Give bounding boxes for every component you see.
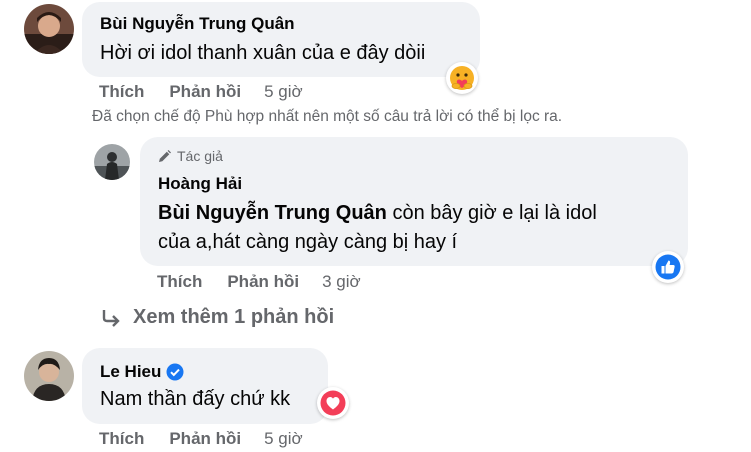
view-more-label: Xem thêm 1 phản hồi — [133, 306, 335, 328]
comment-timestamp[interactable]: 5 giờ — [264, 82, 303, 102]
reply-timestamp[interactable]: 3 giờ — [322, 272, 361, 292]
filter-notice: Đã chọn chế độ Phù hợp nhất nên một số c… — [92, 108, 563, 125]
reply-text: Bùi Nguyễn Trung Quân còn bây giờ e lại … — [158, 199, 597, 257]
love-reaction-icon[interactable] — [317, 387, 349, 419]
reply-actions: Thích Phản hồi 3 giờ — [157, 272, 361, 292]
reply-button[interactable]: Phản hồi — [227, 272, 299, 292]
like-button[interactable]: Thích — [99, 82, 144, 102]
avatar-bui-nguyen-trung-quan[interactable] — [24, 4, 74, 54]
comment-text: Nam thần đấy chứ kk — [100, 388, 291, 410]
mention-link[interactable]: Bùi Nguyễn Trung Quân — [158, 202, 387, 224]
reply-button[interactable]: Phản hồi — [169, 429, 241, 449]
avatar-hoang-hai[interactable] — [94, 144, 130, 180]
like-button[interactable]: Thích — [157, 272, 202, 292]
reply-bubble: Tác giả Hoàng Hải Bùi Nguyễn Trung Quân … — [140, 137, 688, 266]
comment-bubble: Bùi Nguyễn Trung Quân Hời ơi idol thanh … — [82, 2, 480, 77]
pencil-icon — [158, 149, 171, 163]
reply-button[interactable]: Phản hồi — [169, 82, 241, 102]
author-badge-label: Tác giả — [177, 148, 223, 164]
avatar-le-hieu[interactable] — [24, 351, 74, 401]
reply-arrow-icon — [101, 309, 121, 327]
comment-bubble: Le Hieu Nam thần đấy chứ kk — [82, 348, 328, 424]
reply-text-line2: của a,hát càng ngày càng bị hay í — [158, 231, 458, 253]
comment-actions: Thích Phản hồi 5 giờ — [99, 429, 303, 449]
care-reaction-icon[interactable] — [446, 62, 478, 94]
comment-timestamp[interactable]: 5 giờ — [264, 429, 303, 449]
verified-badge-icon — [166, 363, 184, 381]
reply-author-name[interactable]: Hoàng Hải — [158, 174, 242, 194]
comment-author-name[interactable]: Bùi Nguyễn Trung Quân — [100, 14, 295, 34]
comment-actions: Thích Phản hồi 5 giờ — [99, 82, 303, 102]
comment-author-row: Le Hieu — [100, 362, 184, 382]
reply-text-line1: còn bây giờ e lại là idol — [386, 202, 597, 224]
like-reaction-icon[interactable] — [652, 251, 684, 283]
comment-text: Hời ơi idol thanh xuân của e đây dòii — [100, 42, 426, 64]
view-more-replies-button[interactable]: Xem thêm 1 phản hồi — [101, 306, 334, 329]
comment-author-name[interactable]: Le Hieu — [100, 362, 161, 382]
like-button[interactable]: Thích — [99, 429, 144, 449]
author-badge: Tác giả — [158, 148, 223, 164]
